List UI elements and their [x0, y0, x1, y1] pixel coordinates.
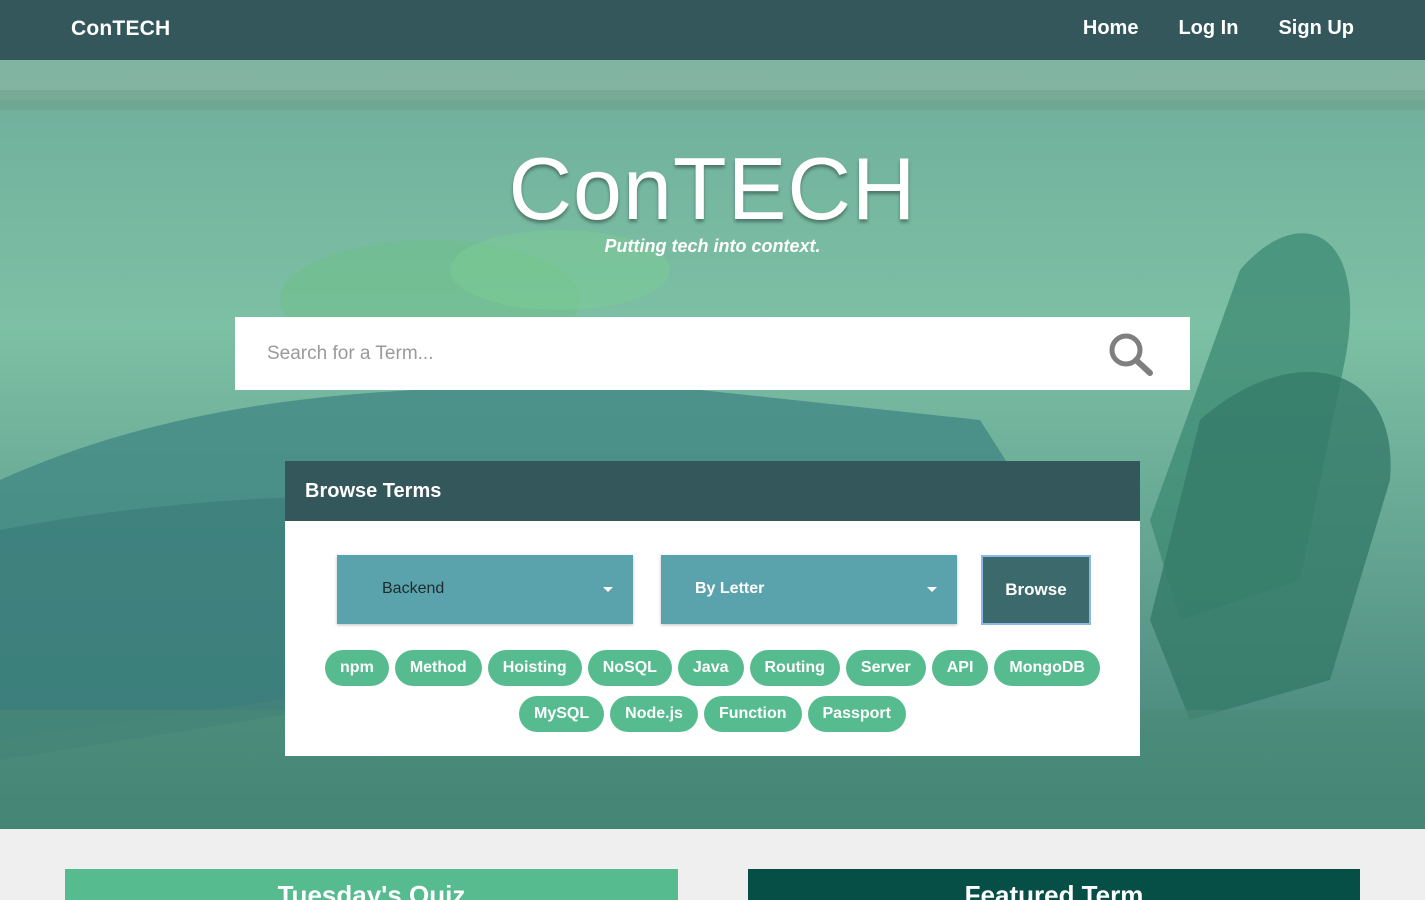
tag-npm[interactable]: npm: [325, 650, 389, 686]
featured-term-card: Featured Term: [748, 869, 1360, 900]
tag-list-row-1: npm Method Hoisting NoSQL Java Routing S…: [285, 650, 1140, 686]
chevron-down-icon: [927, 587, 937, 592]
tag-list-row-2: MySQL Node.js Function Passport: [285, 696, 1140, 732]
nav-home-link[interactable]: Home: [1083, 17, 1139, 40]
order-select-value: By Letter: [695, 580, 765, 597]
search-input[interactable]: [267, 337, 1087, 371]
brand-logo[interactable]: ConTECH: [71, 17, 170, 41]
search-bar: [235, 317, 1190, 390]
browse-button[interactable]: Browse: [981, 555, 1091, 625]
tag-function[interactable]: Function: [703, 696, 802, 732]
tag-nosql[interactable]: NoSQL: [587, 650, 672, 686]
tag-api[interactable]: API: [931, 650, 989, 686]
nav-signup-link[interactable]: Sign Up: [1278, 17, 1354, 40]
browse-terms-header: Browse Terms: [285, 461, 1140, 521]
tag-mongodb[interactable]: MongoDB: [994, 650, 1100, 686]
tag-nodejs[interactable]: Node.js: [610, 696, 698, 732]
order-select[interactable]: By Letter: [661, 555, 957, 624]
tag-java[interactable]: Java: [677, 650, 744, 686]
category-select[interactable]: Backend: [337, 555, 633, 624]
navbar: ConTECH Home Log In Sign Up: [0, 0, 1425, 60]
search-icon[interactable]: [1107, 331, 1155, 377]
category-select-value: Backend: [382, 580, 445, 597]
chevron-down-icon: [603, 587, 613, 592]
tag-passport[interactable]: Passport: [807, 696, 906, 732]
tag-mysql[interactable]: MySQL: [519, 696, 605, 732]
hero-section: ConTECH Putting tech into context. Brows…: [0, 60, 1425, 829]
hero-title: ConTECH: [508, 139, 917, 238]
browse-terms-panel: Browse Terms Backend By Letter Browse np…: [285, 461, 1140, 756]
nav-links: Home Log In Sign Up: [1083, 17, 1354, 40]
tag-method[interactable]: Method: [394, 650, 482, 686]
tag-hoisting[interactable]: Hoisting: [487, 650, 582, 686]
quiz-card: Tuesday's Quiz: [65, 869, 678, 900]
quiz-card-title: Tuesday's Quiz: [277, 880, 466, 900]
tag-routing[interactable]: Routing: [749, 650, 840, 686]
tag-server[interactable]: Server: [845, 650, 926, 686]
featured-term-title: Featured Term: [964, 880, 1144, 900]
nav-login-link[interactable]: Log In: [1178, 17, 1238, 40]
hero-tagline: Putting tech into context.: [604, 236, 821, 256]
